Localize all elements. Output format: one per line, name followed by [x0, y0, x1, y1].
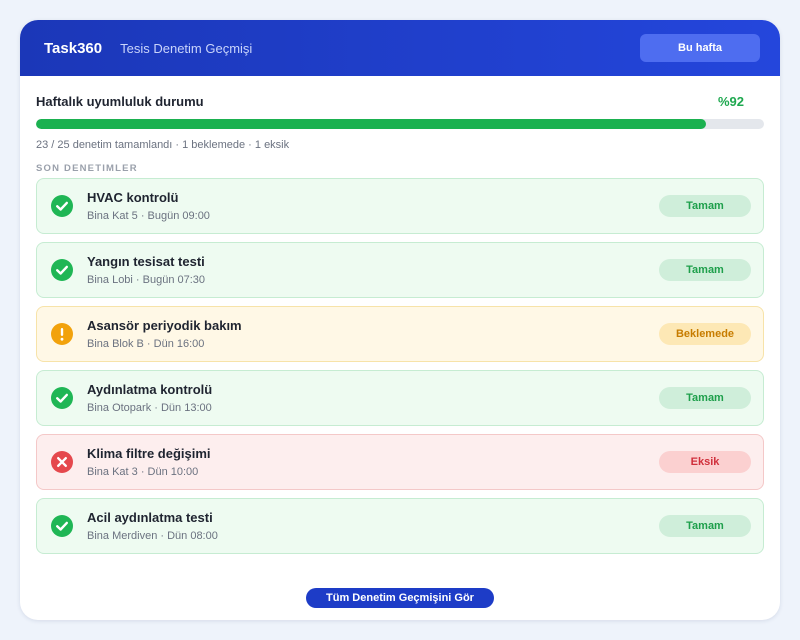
status-badge: Tamam	[659, 515, 751, 537]
status-badge: Beklemede	[659, 323, 751, 345]
x-circle-icon	[51, 451, 73, 473]
inspection-text: Yangın tesisat testi Bina Lobi · Bugün 07…	[87, 254, 205, 286]
inspection-title: Acil aydınlatma testi	[87, 510, 213, 525]
inspection-meta: Bina Lobi · Bugün 07:30	[87, 274, 206, 286]
status-badge: Tamam	[659, 387, 751, 409]
inspection-row[interactable]: Aydınlatma kontrolü Bina Otopark · Dün 13…	[36, 370, 764, 426]
inspection-list: HVAC kontrolü Bina Kat 5 · Bugün 09:00 Tam…	[20, 174, 780, 554]
inspection-row[interactable]: Asansör periyodik bakım Bina Blok B · Dün…	[36, 306, 764, 362]
check-circle-icon	[51, 515, 73, 537]
page-subtitle: Tesis Denetim Geçmişi	[120, 40, 253, 56]
inspection-row[interactable]: HVAC kontrolü Bina Kat 5 · Bugün 09:00 Tam…	[36, 178, 764, 234]
inspection-meta: Bina Kat 5 · Bugün 09:00	[87, 210, 210, 222]
inspection-row[interactable]: Yangın tesisat testi Bina Lobi · Bugün 07…	[36, 242, 764, 298]
inspection-meta: Bina Merdiven · Dün 08:00	[87, 530, 218, 542]
compliance-progress-fill	[36, 119, 706, 129]
view-all-history-button[interactable]: Tüm Denetim Geçmişini Gör	[306, 588, 494, 608]
compliance-summary: Haftalık uyumluluk durumu %92 23 / 25 de…	[20, 76, 780, 174]
exclamation-circle-icon	[51, 323, 73, 345]
header-bar: Task360 Tesis Denetim Geçmişi Bu hafta	[20, 20, 780, 76]
inspection-row[interactable]: Acil aydınlatma testi Bina Merdiven · Dün…	[36, 498, 764, 554]
inspection-text: HVAC kontrolü Bina Kat 5 · Bugün 09:00	[87, 190, 210, 222]
status-badge: Tamam	[659, 259, 751, 281]
inspection-title: Aydınlatma kontrolü	[87, 382, 213, 397]
inspection-meta: Bina Otopark · Dün 13:00	[87, 402, 212, 414]
brand-logo: Task360	[44, 39, 103, 57]
inspection-title: Yangın tesisat testi	[87, 254, 205, 269]
status-badge: Tamam	[659, 195, 751, 217]
inspection-title: Asansör periyodik bakım	[87, 318, 242, 333]
week-filter-button[interactable]: Bu hafta	[640, 34, 760, 62]
inspection-meta: Bina Kat 3 · Dün 10:00	[87, 466, 199, 478]
inspection-text: Aydınlatma kontrolü Bina Otopark · Dün 13…	[87, 382, 212, 414]
inspection-text: Asansör periyodik bakım Bina Blok B · Dün…	[87, 318, 242, 350]
check-circle-icon	[51, 259, 73, 281]
status-badge: Eksik	[659, 451, 751, 473]
inspection-text: Acil aydınlatma testi Bina Merdiven · Dün…	[87, 510, 218, 542]
compliance-percent: %92	[717, 94, 744, 109]
inspection-title: Klima filtre değişimi	[87, 446, 211, 461]
inspection-row[interactable]: Klima filtre değişimi Bina Kat 3 · Dün 10…	[36, 434, 764, 490]
compliance-progress-bar	[36, 119, 764, 129]
check-circle-icon	[51, 387, 73, 409]
summary-title: Haftalık uyumluluk durumu	[36, 94, 204, 109]
inspection-meta: Bina Blok B · Dün 16:00	[87, 338, 205, 350]
inspection-text: Klima filtre değişimi Bina Kat 3 · Dün 10…	[87, 446, 211, 478]
inspection-title: HVAC kontrolü	[87, 190, 179, 205]
compliance-stats: 23 / 25 denetim tamamlandı · 1 beklemede…	[36, 139, 290, 151]
check-circle-icon	[51, 195, 73, 217]
inspection-card: Task360 Tesis Denetim Geçmişi Bu hafta H…	[20, 20, 780, 620]
section-label: SON DENETIMLER	[36, 163, 138, 174]
